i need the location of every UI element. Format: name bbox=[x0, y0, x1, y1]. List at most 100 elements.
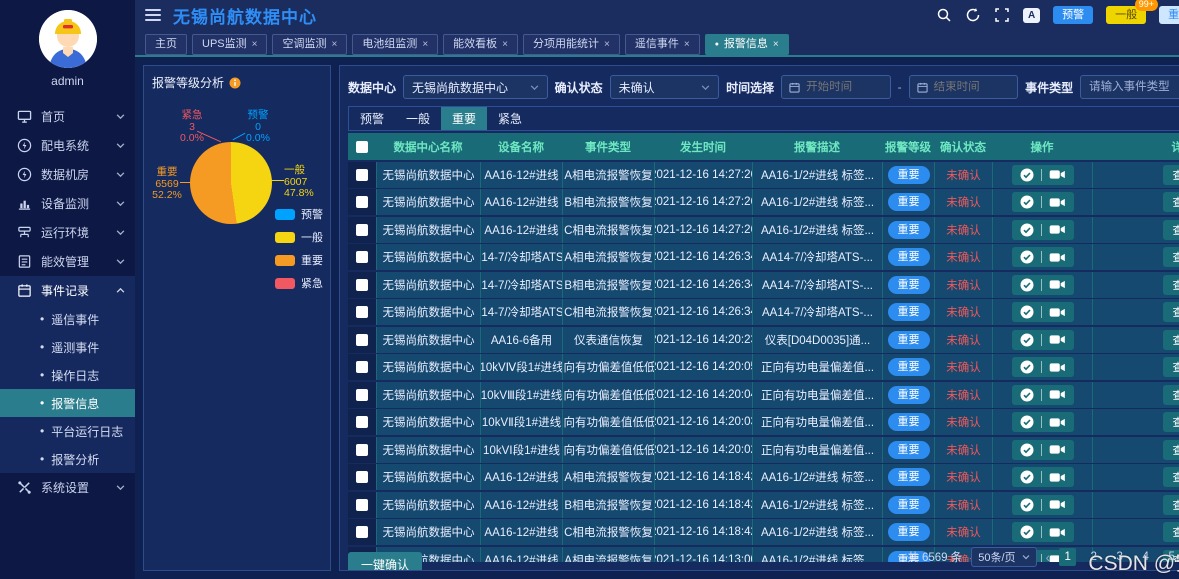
tab-ups[interactable]: UPS监测× bbox=[192, 34, 267, 55]
start-time-picker[interactable] bbox=[781, 75, 890, 99]
important-badge[interactable]: 重要 99+ bbox=[1159, 6, 1179, 24]
select-all-checkbox[interactable] bbox=[356, 141, 368, 153]
confirm-check-icon[interactable] bbox=[1020, 443, 1034, 457]
page-size-select[interactable]: 50条/页 bbox=[971, 547, 1036, 567]
sidebar-item-environment[interactable]: 运行环境 bbox=[0, 218, 135, 247]
view-button[interactable]: 查看 bbox=[1163, 275, 1179, 295]
video-camera-icon[interactable] bbox=[1049, 252, 1066, 263]
tab-home[interactable]: 主页 bbox=[145, 34, 187, 55]
datacenter-select[interactable]: 无锡尚航数据中心 bbox=[403, 75, 548, 99]
sidebar-item-event-log[interactable]: 事件记录 bbox=[0, 276, 135, 305]
close-icon[interactable]: × bbox=[422, 35, 428, 54]
video-camera-icon[interactable] bbox=[1049, 499, 1066, 510]
level-badge[interactable]: 重要 bbox=[888, 413, 930, 431]
legend-item[interactable]: 紧急 bbox=[275, 275, 323, 291]
row-checkbox[interactable] bbox=[356, 499, 368, 511]
confirm-check-icon[interactable] bbox=[1020, 470, 1034, 484]
video-camera-icon[interactable] bbox=[1049, 197, 1066, 208]
confirm-check-icon[interactable] bbox=[1020, 278, 1034, 292]
level-badge[interactable]: 重要 bbox=[888, 331, 930, 349]
view-button[interactable]: 查看 bbox=[1163, 385, 1179, 405]
confirm-check-icon[interactable] bbox=[1020, 195, 1034, 209]
sidebar-subitem-alarm-info[interactable]: • 报警信息 bbox=[0, 389, 135, 417]
sidebar-subitem-platform-log[interactable]: • 平台运行日志 bbox=[0, 417, 135, 445]
view-button[interactable]: 查看 bbox=[1163, 357, 1179, 377]
confirm-check-icon[interactable] bbox=[1020, 250, 1034, 264]
video-camera-icon[interactable] bbox=[1049, 417, 1066, 428]
confirm-check-icon[interactable] bbox=[1020, 360, 1034, 374]
level-badge[interactable]: 重要 bbox=[888, 358, 930, 376]
view-button[interactable]: 查看 bbox=[1163, 302, 1179, 322]
tab-alarm-info[interactable]: ●报警信息× bbox=[705, 34, 789, 55]
severity-tab-warning[interactable]: 预警 bbox=[349, 107, 395, 130]
video-camera-icon[interactable] bbox=[1049, 389, 1066, 400]
close-icon[interactable]: × bbox=[252, 35, 258, 54]
confirm-all-button[interactable]: 一键确认 bbox=[348, 552, 422, 571]
confirm-check-icon[interactable] bbox=[1020, 525, 1034, 539]
confirm-check-icon[interactable] bbox=[1020, 388, 1034, 402]
legend-item[interactable]: 重要 bbox=[275, 252, 323, 268]
row-checkbox[interactable] bbox=[356, 334, 368, 346]
level-badge[interactable]: 重要 bbox=[888, 248, 930, 266]
info-icon[interactable] bbox=[229, 77, 241, 89]
video-camera-icon[interactable] bbox=[1049, 224, 1066, 235]
fullscreen-icon[interactable] bbox=[994, 7, 1010, 23]
prev-page-icon[interactable]: ‹ bbox=[1046, 549, 1051, 565]
row-checkbox[interactable] bbox=[356, 444, 368, 456]
page-number[interactable]: 1 bbox=[1059, 548, 1076, 566]
video-camera-icon[interactable] bbox=[1049, 334, 1066, 345]
tab-ac[interactable]: 空调监测× bbox=[272, 34, 347, 55]
row-checkbox[interactable] bbox=[356, 169, 368, 181]
sidebar-item-data-room[interactable]: 数据机房 bbox=[0, 160, 135, 189]
row-checkbox[interactable] bbox=[356, 361, 368, 373]
sidebar-subitem-telemetry[interactable]: • 遥测事件 bbox=[0, 333, 135, 361]
view-button[interactable]: 查看 bbox=[1163, 220, 1179, 240]
hamburger-menu-icon[interactable] bbox=[145, 6, 161, 24]
video-camera-icon[interactable] bbox=[1049, 444, 1066, 455]
level-badge[interactable]: 重要 bbox=[888, 386, 930, 404]
confirm-check-icon[interactable] bbox=[1020, 498, 1034, 512]
video-camera-icon[interactable] bbox=[1049, 279, 1066, 290]
sidebar-item-device-monitor[interactable]: 设备监测 bbox=[0, 189, 135, 218]
confirm-check-icon[interactable] bbox=[1020, 168, 1034, 182]
page-number[interactable]: 3 bbox=[1111, 548, 1128, 566]
level-badge[interactable]: 重要 bbox=[888, 523, 930, 541]
status-select[interactable]: 未确认 bbox=[610, 75, 720, 99]
row-checkbox[interactable] bbox=[356, 306, 368, 318]
close-icon[interactable]: × bbox=[502, 35, 508, 54]
video-camera-icon[interactable] bbox=[1049, 362, 1066, 373]
confirm-check-icon[interactable] bbox=[1020, 415, 1034, 429]
level-badge[interactable]: 重要 bbox=[888, 221, 930, 239]
sidebar-item-power-system[interactable]: 配电系统 bbox=[0, 131, 135, 160]
tab-remote-signal[interactable]: 遥信事件× bbox=[625, 34, 700, 55]
severity-tab-important[interactable]: 重要 bbox=[441, 107, 487, 130]
view-button[interactable]: 查看 bbox=[1163, 522, 1179, 542]
row-checkbox[interactable] bbox=[356, 526, 368, 538]
level-badge[interactable]: 重要 bbox=[888, 276, 930, 294]
view-button[interactable]: 查看 bbox=[1163, 467, 1179, 487]
warning-badge[interactable]: 预警 bbox=[1053, 6, 1093, 24]
refresh-icon[interactable] bbox=[965, 7, 981, 23]
close-icon[interactable]: × bbox=[684, 35, 690, 54]
severity-tab-urgent[interactable]: 紧急 bbox=[487, 107, 533, 130]
search-icon[interactable] bbox=[936, 7, 952, 23]
view-button[interactable]: 查看 bbox=[1163, 495, 1179, 515]
level-badge[interactable]: 重要 bbox=[888, 166, 930, 184]
level-badge[interactable]: 重要 bbox=[888, 441, 930, 459]
view-button[interactable]: 查看 bbox=[1163, 165, 1179, 185]
row-checkbox[interactable] bbox=[356, 224, 368, 236]
alarm-pie[interactable] bbox=[190, 142, 272, 224]
translate-icon[interactable]: A bbox=[1023, 8, 1040, 23]
confirm-check-icon[interactable] bbox=[1020, 305, 1034, 319]
legend-item[interactable]: 一般 bbox=[275, 229, 323, 245]
video-camera-icon[interactable] bbox=[1049, 307, 1066, 318]
page-number[interactable]: 2 bbox=[1085, 548, 1102, 566]
row-checkbox[interactable] bbox=[356, 389, 368, 401]
level-badge[interactable]: 重要 bbox=[888, 193, 930, 211]
view-button[interactable]: 查看 bbox=[1163, 192, 1179, 212]
video-camera-icon[interactable] bbox=[1049, 169, 1066, 180]
page-number[interactable]: 4 bbox=[1137, 548, 1154, 566]
sidebar-subitem-operation-log[interactable]: • 操作日志 bbox=[0, 361, 135, 389]
severity-tab-general[interactable]: 一般 bbox=[395, 107, 441, 130]
tab-battery[interactable]: 电池组监测× bbox=[352, 34, 438, 55]
